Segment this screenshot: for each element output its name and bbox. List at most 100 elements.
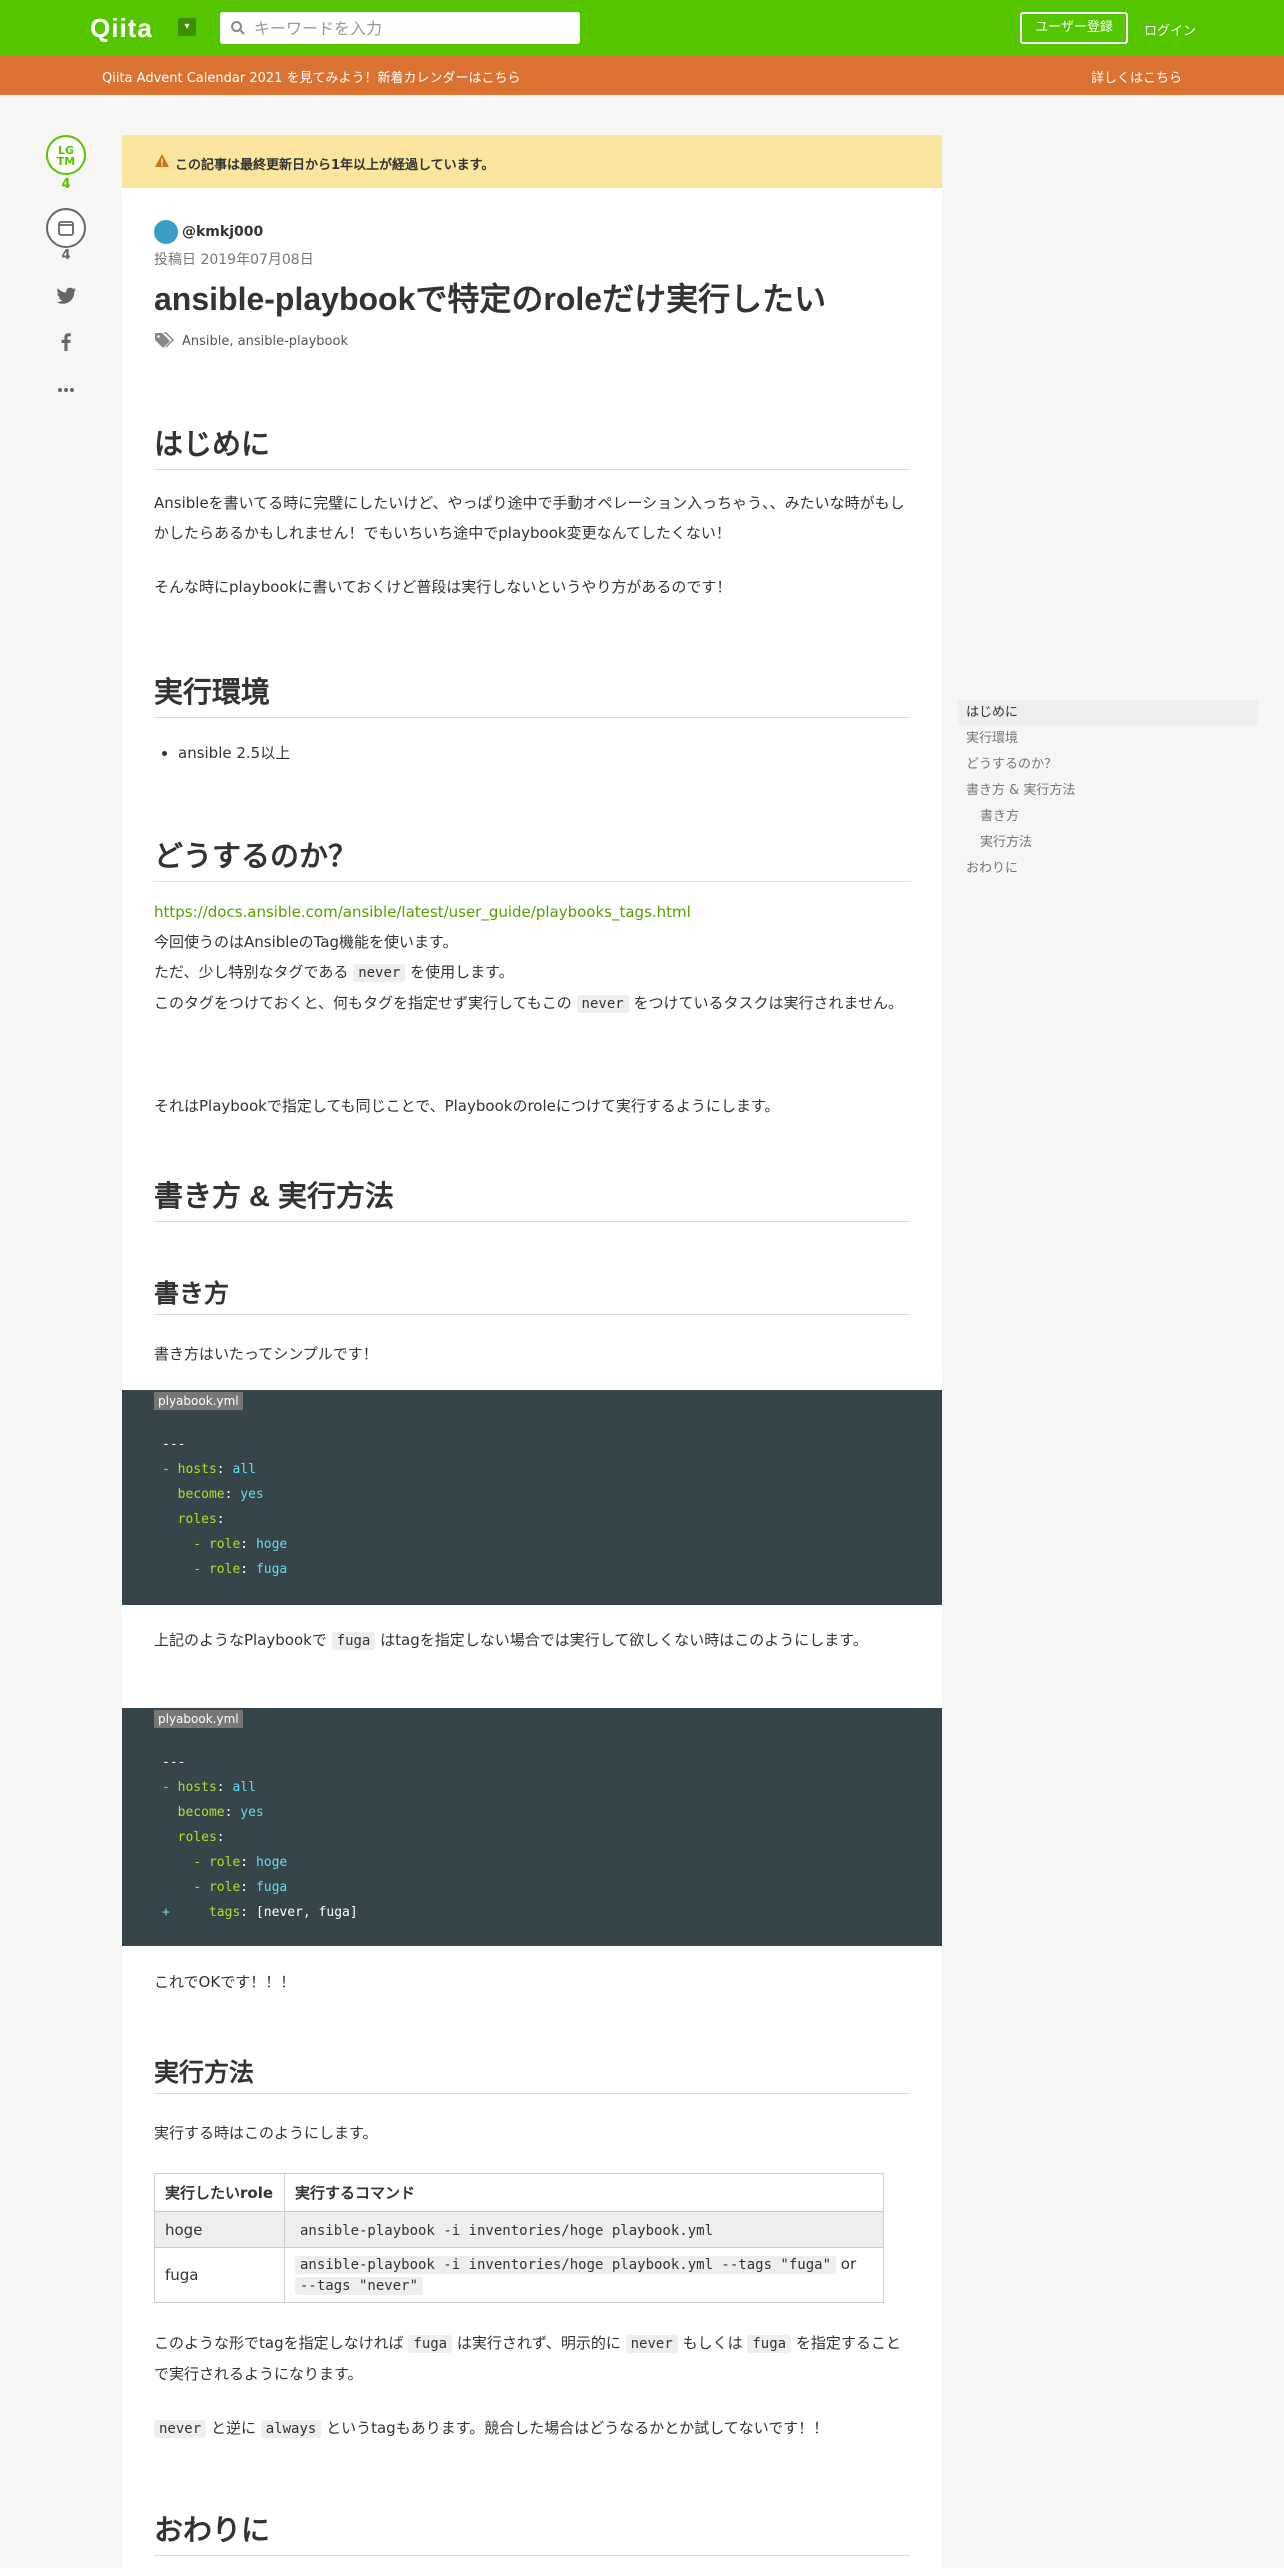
run-paragraph: 実行する時はこのようにします。 [154,2124,378,2142]
yaml-sep: : [240,1905,256,1920]
author-avatar[interactable] [154,220,178,244]
yaml-dash: - [193,1880,209,1895]
after-code-text: 上記のようなPlaybookで [154,1631,327,1649]
code-lines: --- - hosts: all become: yes roles: - rol… [162,1432,287,1582]
how-lines: https://docs.ansible.com/ansible/latest/… [154,897,910,1019]
yaml-sep: : [224,1487,241,1502]
table-cell: ansible-playbook -i inventories/hoge pla… [284,2211,884,2248]
warning-icon [155,154,169,167]
code-line: --- [162,1437,186,1452]
yaml-sep: : [240,1855,256,1870]
banner-text[interactable]: Qiita Advent Calendar 2021 を見てみよう！新着カレンダ… [102,67,521,86]
after-table-text: このような形でtagを指定しなければ [154,2334,404,2352]
article-title: ansible-playbookで特定のroleだけ実行したい [154,281,827,317]
intro-paragraph-1: Ansibleを書いてる時に完璧にしたいけど、やっぱり途中で手動オペレーション入… [154,494,905,542]
always-paragraph: never と逆に always というtagもあります。競合した場合はどうなる… [154,2413,910,2444]
yaml-value: yes [240,1805,264,1820]
how-line-2-text-end: を使用します。 [410,963,514,981]
stock-folder-icon [58,221,74,236]
search-box[interactable] [220,12,580,44]
code-block-2[interactable]: plyabook.yml --- - hosts: all become: yes… [122,1708,942,1946]
qiita-logo[interactable]: Qiita [90,13,153,44]
table-header-row: 実行したいrole 実行するコマンド [154,2173,884,2212]
table-of-contents: はじめに 実行環境 どうするのか？ 書き方 & 実行方法 書き方 実行方法 おわりに [958,700,1258,882]
code-filename: plyabook.yml [154,1710,243,1728]
how-line-1: 今回使うのはAnsibleのTag機能を使います。 [154,933,458,951]
heading-write: 書き方 [154,1274,910,1315]
posted-date: 投稿日 2019年07月08日 [154,252,314,268]
code-line: roles: [162,1825,358,1850]
article-card: この記事は最終更新日から1年以上が経過しています。 @kmkj000 投稿日 2… [122,135,942,2568]
toc-item[interactable]: 書き方 & 実行方法 [958,778,1258,804]
yaml-dash: - [193,1562,209,1577]
code-line: become: yes [162,1800,358,1825]
diff-plus-marker: + [162,1905,170,1920]
code-line: - hosts: all [162,1457,287,1482]
banner-details-link[interactable]: 詳しくはこちら [1091,67,1182,86]
toc-item[interactable]: はじめに [958,700,1258,726]
yaml-value: fuga [255,1562,288,1577]
heading-run: 実行方法 [154,2053,910,2094]
facebook-icon[interactable] [54,330,78,354]
yaml-sep: : [216,1780,233,1795]
yaml-key: role [208,1537,241,1552]
inline-code: never [576,995,629,1013]
always-text: というtagもあります。競合した場合はどうなるかとか試してないです！！ [326,2419,829,2437]
toc-item[interactable]: おわりに [958,856,1258,882]
code-lines: --- - hosts: all become: yes roles: - rol… [162,1750,358,1925]
ansible-docs-link[interactable]: https://docs.ansible.com/ansible/latest/… [154,903,691,921]
lgtm-button[interactable]: LG TM [46,135,86,175]
global-header: Qiita ▾ ユーザー登録 ログイン [0,0,1284,55]
toc-item[interactable]: 書き方 [958,804,1258,830]
advent-calendar-banner: Qiita Advent Calendar 2021 を見てみよう！新着カレンダ… [0,55,1284,95]
logo-menu-chevron-icon[interactable]: ▾ [178,18,196,36]
command-table: 実行したいrole 実行するコマンド hoge ansible-playbook… [154,2173,884,2303]
yaml-value: [never, fuga] [255,1905,358,1920]
toc-item[interactable]: 実行環境 [958,726,1258,752]
code-line: roles: [162,1507,287,1532]
yaml-value: hoge [255,1855,288,1870]
after-code-1-paragraph: 上記のようなPlaybookで fuga はtagを指定しない場合では実行して欲… [154,1625,910,1656]
toc-item[interactable]: どうするのか？ [958,752,1258,778]
how-line-3-text: このタグをつけておくと、何もタグを指定せず実行してもこの [154,994,572,1012]
twitter-icon[interactable] [54,284,78,308]
table-row: hoge ansible-playbook -i inventories/hog… [154,2211,884,2248]
yaml-sep: : [224,1805,241,1820]
always-text: と逆に [210,2419,256,2437]
yaml-sep: : [216,1462,233,1477]
heading-write-and-run: 書き方 & 実行方法 [154,1173,910,1222]
yaml-key: become [177,1805,225,1820]
login-link[interactable]: ログイン [1144,20,1196,39]
environment-list: ansible 2.5以上 [178,739,290,767]
inline-code: never [353,964,406,982]
yaml-sep: : [240,1537,256,1552]
lgtm-count: 4 [61,177,71,192]
lgtm-label: LG TM [56,144,76,168]
yaml-dash: - [162,1780,178,1795]
yaml-key: role [208,1855,241,1870]
table-header: 実行したいrole [154,2173,285,2212]
table-cell: fuga [154,2247,285,2303]
yaml-key: become [177,1487,225,1502]
ok-paragraph: これでOKです！！！ [154,1973,296,1991]
stock-button[interactable] [46,208,86,248]
author-name-link[interactable]: @kmkj000 [182,224,263,240]
inline-code: never [154,2420,207,2438]
code-block-1[interactable]: plyabook.yml --- - hosts: all become: yes… [122,1390,942,1605]
yaml-sep: : [216,1830,225,1845]
yaml-value: all [232,1780,256,1795]
toc-item[interactable]: 実行方法 [958,830,1258,856]
tag-list[interactable]: Ansible, ansible-playbook [182,334,348,349]
search-input[interactable] [254,12,574,44]
table-cell: ansible-playbook -i inventories/hoge pla… [284,2247,884,2303]
table-row: fuga ansible-playbook -i inventories/hog… [154,2247,884,2303]
code-line: - role: fuga [162,1557,287,1582]
code-filename: plyabook.yml [154,1392,243,1410]
yaml-key: roles [177,1512,217,1527]
yaml-key: hosts [177,1462,217,1477]
yaml-dash: - [193,1855,209,1870]
notice-text: この記事は最終更新日から1年以上が経過しています。 [175,158,495,173]
intro-paragraph-2: そんな時にplaybookに書いておくけど普段は実行しないというやり方があるので… [154,578,732,596]
more-options-icon[interactable] [54,378,78,402]
signup-button[interactable]: ユーザー登録 [1020,12,1128,44]
